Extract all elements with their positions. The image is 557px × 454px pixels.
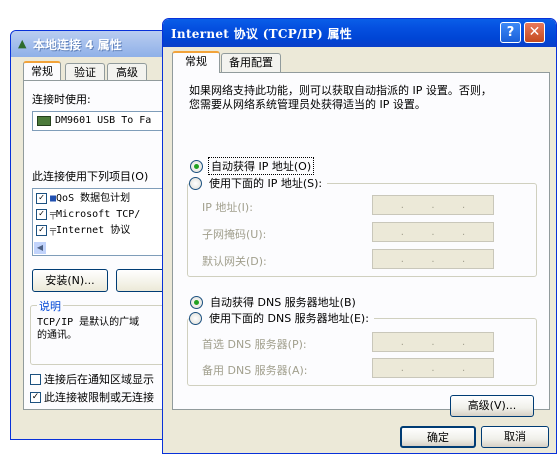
list-item[interactable]: ✓ ╤Microsoft TCP/ [36, 207, 140, 223]
tab-general[interactable]: 常规 [172, 51, 220, 73]
limited-checkbox[interactable]: ✓ [30, 391, 41, 403]
limited-checkbox-label: 此连接被限制或无连接 [44, 391, 154, 404]
help-button[interactable]: ? [500, 22, 521, 43]
component-label: Microsoft TCP/ [56, 209, 141, 220]
default-gateway-field[interactable]: ... [372, 249, 494, 269]
radio-selected-dot [194, 299, 199, 305]
back-tab-general[interactable]: 常规 [23, 61, 61, 81]
auto-dns-label: 自动获得 DNS 服务器地址(B) [210, 296, 356, 309]
component-checkbox[interactable]: ✓ [36, 208, 47, 220]
list-item[interactable]: ✓ ╤Internet 协议 [36, 223, 130, 239]
manual-ip-radio[interactable] [189, 176, 202, 190]
network-adapter-icon [37, 116, 51, 126]
dialog-title: Internet 协议 (TCP/IP) 属性 [171, 27, 353, 41]
notify-checkbox-row[interactable]: 连接后在通知区域显示 [30, 371, 154, 387]
help-icon: ? [506, 25, 515, 40]
auto-dns-radio[interactable] [190, 295, 203, 309]
tcpip-properties-dialog: Internet 协议 (TCP/IP) 属性 ? ✕ 常规 备用配置 如果网络… [162, 18, 557, 454]
auto-ip-label: 自动获得 IP 地址(O) [208, 157, 315, 175]
notify-checkbox[interactable] [30, 373, 41, 385]
radio-selected-dot [194, 163, 199, 169]
auto-ip-radio[interactable] [190, 159, 203, 173]
preferred-dns-label: 首选 DNS 服务器(P): [202, 338, 307, 351]
alternate-dns-field[interactable]: ... [372, 358, 494, 378]
adapter-name: DM9601 USB To Fa [55, 115, 152, 126]
scroll-left-arrow-icon[interactable]: ◀ [33, 241, 47, 255]
dialog-titlebar[interactable]: Internet 协议 (TCP/IP) 属性 ? ✕ [163, 19, 556, 47]
manual-dns-radio[interactable] [189, 311, 202, 325]
advanced-button[interactable]: 高级(V)... [450, 395, 534, 417]
intro-text: 如果网络支持此功能，则可以获取自动指派的 IP 设置。否则， 您需要从网络系统管… [189, 84, 492, 111]
components-label: 此连接使用下列项目(O) [32, 170, 149, 183]
network-connection-icon: ▲ [18, 37, 27, 50]
back-tab-advanced[interactable]: 高级 [107, 63, 147, 81]
ok-button[interactable]: 确定 [400, 426, 476, 448]
default-gateway-label: 默认网关(D): [202, 255, 267, 268]
close-button[interactable]: ✕ [524, 22, 545, 43]
manual-dns-groupbox: 使用下面的 DNS 服务器地址(E): 首选 DNS 服务器(P): ... 备… [187, 310, 537, 386]
auto-dns-radio-row[interactable]: 自动获得 DNS 服务器地址(B) [190, 294, 358, 310]
manual-ip-radio-row[interactable]: 使用下面的 IP 地址(S): [189, 175, 328, 191]
component-label: Internet 协议 [56, 225, 131, 236]
component-checkbox[interactable]: ✓ [36, 224, 47, 236]
manual-dns-radio-row[interactable]: 使用下面的 DNS 服务器地址(E): [189, 310, 374, 326]
connect-using-label: 连接时使用: [32, 93, 91, 106]
limited-checkbox-row[interactable]: ✓ 此连接被限制或无连接 [30, 389, 154, 405]
cancel-button[interactable]: 取消 [481, 426, 549, 448]
list-item[interactable]: ✓ ■QoS 数据包计划 [36, 191, 130, 207]
alternate-dns-label: 备用 DNS 服务器(A): [202, 364, 308, 377]
description-legend: 说明 [37, 298, 63, 314]
component-checkbox[interactable]: ✓ [36, 192, 47, 204]
back-tab-authentication[interactable]: 验证 [65, 63, 105, 81]
close-icon: ✕ [528, 24, 541, 40]
install-button[interactable]: 安装(N)... [32, 269, 108, 292]
back-window-titlebar[interactable]: ▲ 本地连接 4 属性 [11, 31, 177, 57]
notify-checkbox-label: 连接后在通知区域显示 [44, 373, 154, 386]
components-list[interactable]: ✓ ■QoS 数据包计划 ✓ ╤Microsoft TCP/ ✓ ╤Internet … [32, 188, 177, 256]
description-text: TCP/IP 是默认的广域 的通讯。 [37, 317, 140, 341]
tab-alternate-configuration[interactable]: 备用配置 [221, 53, 281, 72]
manual-ip-label: 使用下面的 IP 地址(S): [209, 177, 323, 190]
ip-address-label: IP 地址(I): [202, 201, 253, 214]
subnet-mask-label: 子网掩码(U): [202, 228, 267, 241]
manual-ip-groupbox: 使用下面的 IP 地址(S): IP 地址(I): ... 子网掩码(U): .… [187, 175, 537, 277]
preferred-dns-field[interactable]: ... [372, 332, 494, 352]
subnet-mask-field[interactable]: ... [372, 222, 494, 242]
component-label: QoS 数据包计划 [56, 193, 131, 204]
auto-ip-radio-row[interactable]: 自动获得 IP 地址(O) [190, 157, 315, 175]
ip-address-field[interactable]: ... [372, 195, 494, 215]
adapter-display: DM9601 USB To Fa [32, 111, 177, 131]
description-groupbox: 说明 TCP/IP 是默认的广域 的通讯。 [30, 298, 177, 365]
back-general-panel: 连接时使用: DM9601 USB To Fa 此连接使用下列项目(O) ✓ ■Q… [23, 80, 177, 410]
back-window-title: 本地连接 4 属性 [33, 38, 122, 52]
general-panel: 如果网络支持此功能，则可以获取自动指派的 IP 设置。否则， 您需要从网络系统管… [172, 72, 550, 417]
local-connection-properties-window: ▲ 本地连接 4 属性 常规 验证 高级 连接时使用: DM9601 USB T… [10, 30, 178, 440]
manual-dns-label: 使用下面的 DNS 服务器地址(E): [209, 312, 369, 325]
